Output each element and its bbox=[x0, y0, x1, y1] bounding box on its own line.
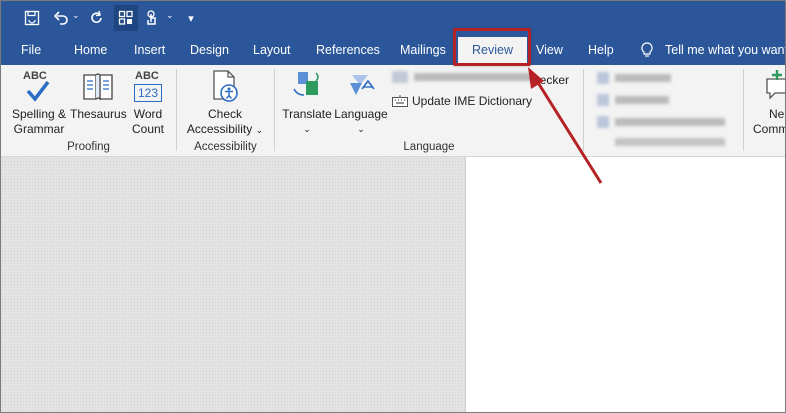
touch-dropdown-icon[interactable]: ⌄ bbox=[166, 10, 174, 21]
spelling-grammar-button[interactable]: ABC Spelling & Grammar bbox=[8, 69, 70, 137]
spelling-check-icon: ABC bbox=[19, 69, 59, 105]
translate-icon bbox=[290, 69, 324, 105]
check-accessibility-label-1: Check bbox=[207, 107, 242, 121]
tab-insert[interactable]: Insert bbox=[134, 35, 165, 65]
thesaurus-book-icon bbox=[81, 69, 115, 105]
update-ime-label: Update IME Dictionary bbox=[412, 94, 533, 108]
tab-layout[interactable]: Layout bbox=[253, 35, 291, 65]
proofing-group-label: Proofing bbox=[67, 141, 110, 153]
language-icon bbox=[344, 69, 378, 105]
save-icon[interactable] bbox=[21, 5, 43, 31]
group-divider bbox=[743, 69, 744, 151]
ime-blurred-text bbox=[414, 73, 534, 81]
document-page[interactable] bbox=[465, 157, 785, 412]
tell-me-label: Tell me what you want bbox=[665, 43, 786, 57]
update-ime-dictionary-button[interactable]: Update IME Dictionary bbox=[392, 94, 532, 108]
new-comment-label-2: Comm bbox=[753, 122, 786, 136]
accessibility-group-label: Accessibility bbox=[194, 141, 257, 153]
quick-access-toolbar: ⌄ ⌄ ▾ bbox=[1, 1, 785, 35]
undo-icon[interactable] bbox=[51, 5, 71, 31]
new-comment-label-1: Ne bbox=[769, 107, 785, 121]
group-divider bbox=[176, 69, 177, 151]
word-window: ⌄ ⌄ ▾ File Home Insert Design Layout Ref… bbox=[0, 0, 786, 413]
touch-mode-icon[interactable] bbox=[114, 5, 138, 31]
tab-file[interactable]: File bbox=[21, 35, 41, 65]
review-tab-highlight-box bbox=[453, 28, 531, 66]
review-ribbon: ABC Spelling & Grammar Thesaurus ABC 123… bbox=[1, 65, 786, 157]
ribbon-tabs: File Home Insert Design Layout Reference… bbox=[1, 35, 786, 65]
blurred-item bbox=[597, 94, 725, 106]
thesaurus-button[interactable]: Thesaurus bbox=[70, 69, 127, 122]
word-count-123: 123 bbox=[134, 84, 162, 102]
language-label: Language bbox=[334, 107, 388, 121]
word-count-button[interactable]: ABC 123 Word Count bbox=[127, 69, 169, 137]
keyboard-icon bbox=[392, 95, 408, 107]
thesaurus-label: Thesaurus bbox=[70, 107, 127, 121]
chevron-down-icon: ⌄ bbox=[357, 124, 365, 134]
word-count-abc: ABC bbox=[135, 70, 159, 82]
chevron-down-icon: ⌄ bbox=[303, 124, 311, 134]
translate-button[interactable]: Translate ⌄ bbox=[281, 69, 333, 137]
ime-icon bbox=[392, 71, 408, 83]
group-divider bbox=[583, 69, 584, 151]
tab-mailings[interactable]: Mailings bbox=[400, 35, 446, 65]
spelling-label-1: Spelling & bbox=[11, 107, 67, 121]
touch-icon[interactable] bbox=[142, 5, 162, 31]
blurred-item bbox=[597, 72, 725, 84]
lightbulb-icon bbox=[641, 42, 653, 58]
language-button[interactable]: Language ⌄ bbox=[333, 69, 389, 137]
check-accessibility-button[interactable]: Check Accessibility ⌄ bbox=[181, 69, 269, 138]
language-group-label: Language bbox=[403, 141, 455, 153]
tell-me-search[interactable]: Tell me what you want bbox=[641, 35, 786, 65]
check-accessibility-label-2: Accessibility ⌄ bbox=[186, 122, 264, 136]
document-canvas-background bbox=[1, 157, 465, 412]
japanese-ime-row bbox=[392, 71, 534, 83]
undo-dropdown-icon[interactable]: ⌄ bbox=[72, 10, 80, 21]
tab-help[interactable]: Help bbox=[588, 35, 614, 65]
customize-icon[interactable]: ▾ bbox=[183, 5, 199, 31]
new-comment-button[interactable]: Ne Comm bbox=[753, 69, 786, 137]
checker-label[interactable]: hecker bbox=[533, 73, 569, 87]
accessibility-icon bbox=[210, 69, 240, 105]
word-count-label-1: Word bbox=[133, 107, 163, 121]
translate-label: Translate bbox=[282, 107, 332, 121]
new-comment-icon bbox=[763, 69, 785, 105]
chinese-conversion-group bbox=[597, 72, 725, 146]
group-divider bbox=[274, 69, 275, 151]
word-count-icon: ABC 123 bbox=[133, 69, 163, 105]
tab-references[interactable]: References bbox=[316, 35, 380, 65]
blurred-item bbox=[597, 116, 725, 128]
tab-home[interactable]: Home bbox=[74, 35, 107, 65]
redo-icon[interactable] bbox=[87, 5, 107, 31]
tab-view[interactable]: View bbox=[536, 35, 563, 65]
spelling-label-2: Grammar bbox=[13, 122, 65, 136]
tab-design[interactable]: Design bbox=[190, 35, 229, 65]
chevron-down-icon: ⌄ bbox=[255, 125, 264, 135]
word-count-label-2: Count bbox=[131, 122, 165, 136]
blurred-group-label bbox=[615, 138, 725, 146]
